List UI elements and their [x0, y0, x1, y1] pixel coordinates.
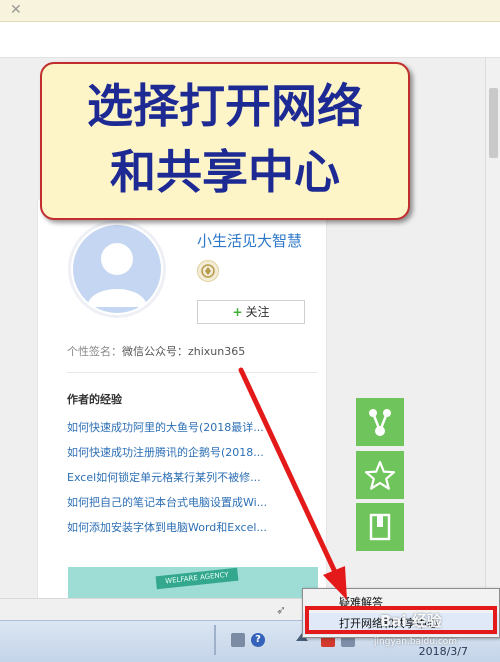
instruction-callout: 选择打开网络 和共享中心	[40, 62, 410, 220]
watermark-logo: Bai 经验	[380, 612, 442, 630]
callout-line-1: 选择打开网络	[87, 79, 363, 133]
watermark-url: jingyan.baidu.com	[374, 637, 458, 647]
callout-line-2: 和共享中心	[110, 145, 340, 199]
